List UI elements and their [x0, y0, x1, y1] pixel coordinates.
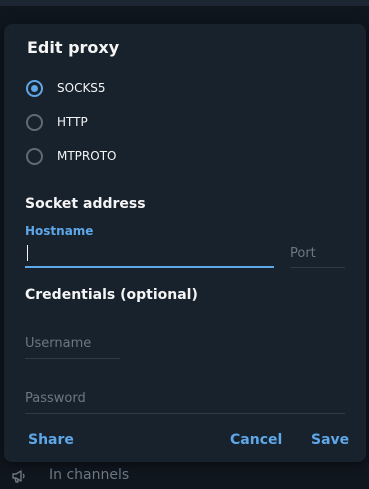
- radio-http[interactable]: HTTP: [24, 113, 224, 137]
- hostname-input[interactable]: [25, 241, 274, 265]
- cancel-button[interactable]: Cancel: [230, 432, 282, 448]
- hostname-underline-active: [25, 266, 274, 268]
- port-input[interactable]: [290, 241, 345, 265]
- radio-mtproto[interactable]: MTPROTO: [24, 147, 224, 171]
- background-settings-row[interactable]: In channels: [0, 462, 369, 489]
- radio-socks5[interactable]: SOCKS5: [24, 79, 224, 103]
- background-row-label: In channels: [49, 467, 130, 483]
- dialog-title: Edit proxy: [27, 38, 120, 57]
- password-underline: [25, 413, 345, 414]
- socket-address-heading: Socket address: [25, 196, 146, 212]
- text-caret: [27, 245, 28, 261]
- username-input[interactable]: [25, 331, 120, 355]
- edit-proxy-dialog: Edit proxy SOCKS5 HTTP MTPROTO Socket ad…: [4, 24, 366, 462]
- save-button[interactable]: Save: [311, 432, 349, 448]
- window-top-strip: [0, 0, 369, 6]
- credentials-heading: Credentials (optional): [25, 287, 198, 303]
- share-button[interactable]: Share: [28, 432, 74, 448]
- megaphone-icon: [10, 467, 28, 485]
- radio-button-http[interactable]: [26, 114, 43, 131]
- radio-button-socks5[interactable]: [26, 80, 43, 97]
- port-underline: [290, 267, 345, 268]
- password-input[interactable]: [25, 386, 345, 410]
- username-underline: [25, 358, 120, 359]
- radio-label-http: HTTP: [57, 115, 88, 129]
- radio-button-mtproto[interactable]: [26, 148, 43, 165]
- radio-label-socks5: SOCKS5: [57, 81, 106, 95]
- hostname-label: Hostname: [25, 224, 94, 238]
- radio-label-mtproto: MTPROTO: [57, 149, 117, 163]
